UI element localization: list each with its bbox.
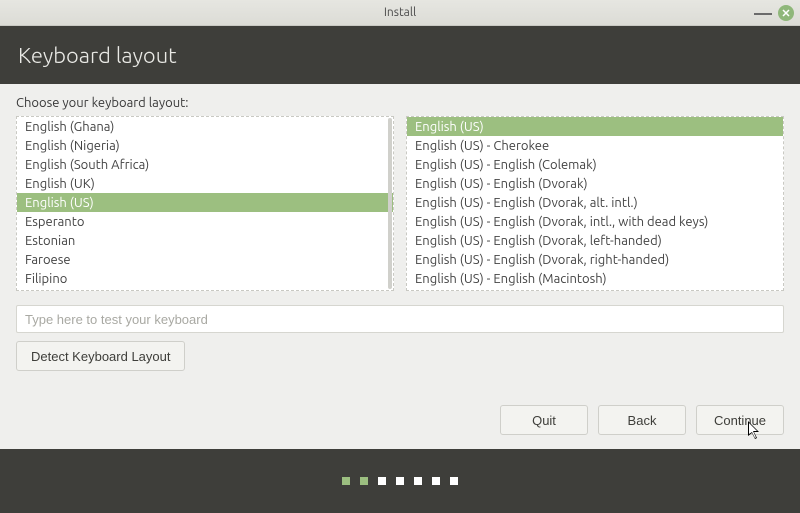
content-area: Choose your keyboard layout: English (Gh… [0,84,800,449]
list-item[interactable]: English (US) - English (Dvorak) [407,174,783,193]
list-item[interactable]: English (US) [407,117,783,136]
list-item[interactable]: Faroese [17,250,393,269]
close-icon [782,9,790,17]
list-item[interactable]: English (Nigeria) [17,136,393,155]
quit-button[interactable]: Quit [500,405,588,435]
progress-dot [378,477,386,485]
list-item[interactable]: English (US) - English (Dvorak, left-han… [407,231,783,250]
list-item[interactable]: English (South Africa) [17,155,393,174]
titlebar: Install [0,0,800,26]
page-title: Keyboard layout [18,43,177,68]
progress-dot [432,477,440,485]
window-controls [754,0,794,26]
list-item[interactable]: English (US) - Cherokee [407,136,783,155]
list-item[interactable]: English (UK) [17,174,393,193]
list-item[interactable]: English (US) - English (Dvorak, alt. int… [407,193,783,212]
keyboard-test-input[interactable] [16,305,784,333]
window-title: Install [384,6,416,19]
list-item[interactable]: Estonian [17,231,393,250]
continue-button[interactable]: Continue [696,405,784,435]
list-item[interactable]: English (US) - English (Dvorak, right-ha… [407,250,783,269]
nav-buttons: Quit Back Continue [16,395,784,441]
minimize-icon[interactable] [754,11,772,15]
variant-listbox[interactable]: English (US)English (US) - CherokeeEngli… [406,116,784,291]
detect-row: Detect Keyboard Layout [16,341,784,371]
close-button[interactable] [778,5,794,21]
progress-dot [342,477,350,485]
page-header: Keyboard layout [0,26,800,84]
layout-lists: English (Ghana)English (Nigeria)English … [16,116,784,291]
list-item[interactable]: English (US) [17,193,393,212]
progress-footer [0,449,800,513]
language-listbox[interactable]: English (Ghana)English (Nigeria)English … [16,116,394,291]
progress-dot [396,477,404,485]
progress-dot [360,477,368,485]
progress-dot [414,477,422,485]
detect-keyboard-button[interactable]: Detect Keyboard Layout [16,341,185,371]
list-item[interactable]: English (Ghana) [17,117,393,136]
list-item[interactable]: English (US) - English (Colemak) [407,155,783,174]
list-item[interactable]: Esperanto [17,212,393,231]
choose-label: Choose your keyboard layout: [16,96,784,110]
list-item[interactable]: English (US) - English (Macintosh) [407,269,783,288]
progress-dot [450,477,458,485]
install-window: Install Keyboard layout Choose your keyb… [0,0,800,513]
list-item[interactable]: English (US) - English (Dvorak, intl., w… [407,212,783,231]
list-item[interactable]: Filipino [17,269,393,288]
back-button[interactable]: Back [598,405,686,435]
